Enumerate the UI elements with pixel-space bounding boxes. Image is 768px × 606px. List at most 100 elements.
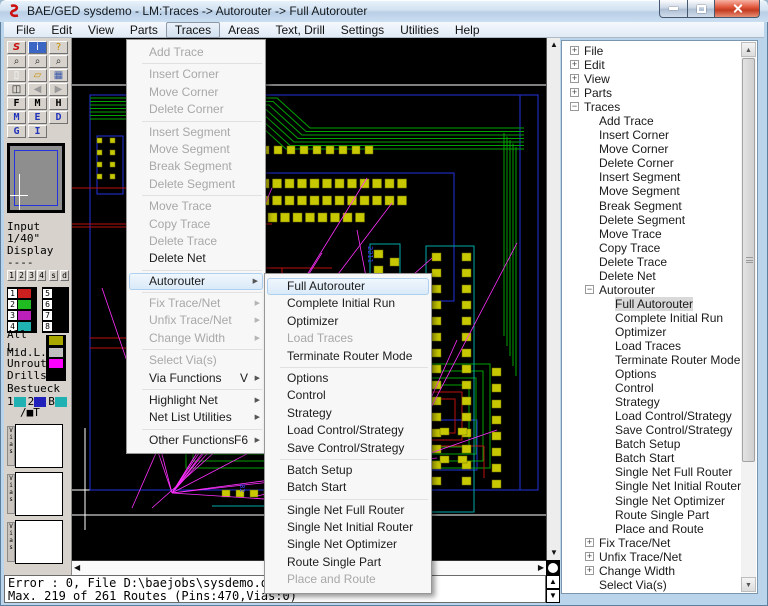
tree-item-strategy[interactable]: Strategy — [562, 395, 740, 409]
toolbar-g-2-button[interactable]: G — [7, 125, 26, 138]
tree-item-view[interactable]: +View — [562, 72, 740, 86]
forward-arrow-button[interactable]: ▶ — [49, 83, 68, 96]
minimize-button[interactable] — [659, 0, 688, 18]
tree-item-move-segment[interactable]: Move Segment — [562, 184, 740, 198]
tree-expander-icon[interactable]: + — [585, 538, 594, 547]
tree-item-move-corner[interactable]: Move Corner — [562, 142, 740, 156]
tree-item-single-net-optimizer[interactable]: Single Net Optimizer — [562, 494, 740, 508]
status-scroll-down-button[interactable]: ▼ — [546, 589, 560, 603]
toolbar-h-0-button[interactable]: H — [49, 97, 68, 110]
menu-item-terminate-router-mode[interactable]: Terminate Router Mode — [265, 348, 431, 365]
menu-item-load-traces[interactable]: Load Traces — [265, 330, 431, 347]
menu-item-break-segment[interactable]: Break Segment — [127, 158, 265, 175]
mouse-button[interactable]: ◫ — [7, 83, 26, 96]
via-preview-box[interactable]: Vias — [4, 472, 66, 516]
layer-color-table-left[interactable]: 1234 — [7, 287, 37, 333]
menu-item-delete-segment[interactable]: Delete Segment — [127, 176, 265, 193]
tree-item-terminate-router-mode[interactable]: Terminate Router Mode — [562, 353, 740, 367]
menu-item-select-via-s[interactable]: Select Via(s) — [127, 352, 265, 369]
layer-row-7[interactable]: 7 — [43, 310, 68, 321]
layer-button-3[interactable]: 3 — [27, 270, 36, 281]
tree-item-edit[interactable]: +Edit — [562, 58, 740, 72]
menu-item-move-trace[interactable]: Move Trace — [127, 198, 265, 215]
tree-expander-icon[interactable]: + — [570, 74, 579, 83]
tree-expander-icon[interactable]: + — [570, 60, 579, 69]
toolbar-d-1-button[interactable]: D — [49, 111, 68, 124]
scroll-down-icon[interactable]: ▼ — [550, 547, 558, 559]
menu-item-single-net-optimizer[interactable]: Single Net Optimizer — [265, 536, 431, 553]
layer-button-1[interactable]: 1 — [7, 270, 16, 281]
help-button[interactable]: ? — [49, 41, 68, 54]
tree-item-batch-start[interactable]: Batch Start — [562, 451, 740, 465]
tree-item-break-segment[interactable]: Break Segment — [562, 199, 740, 213]
menu-item-delete-corner[interactable]: Delete Corner — [127, 101, 265, 118]
layer-row-6[interactable]: 6 — [43, 299, 68, 310]
tree-item-select-via-s[interactable]: Select Via(s) — [562, 578, 740, 592]
menu-item-delete-trace[interactable]: Delete Trace — [127, 233, 265, 250]
scroll-left-icon[interactable]: ◀ — [74, 562, 80, 574]
toolbar-m-1-button[interactable]: M — [7, 111, 26, 124]
layer-button-2[interactable]: 2 — [17, 270, 26, 281]
menubar-item-areas[interactable]: Areas — [220, 22, 267, 38]
tree-item-add-trace[interactable]: Add Trace — [562, 114, 740, 128]
menu-item-batch-start[interactable]: Batch Start — [265, 479, 431, 496]
tree-scroll-thumb[interactable] — [742, 58, 755, 462]
tree-item-place-and-route[interactable]: Place and Route — [562, 522, 740, 536]
menu-item-change-width[interactable]: Change Width▶ — [127, 330, 265, 347]
menu-item-fix-trace-net[interactable]: Fix Trace/Net▶ — [127, 295, 265, 312]
tree-item-delete-trace[interactable]: Delete Trace — [562, 255, 740, 269]
menu-item-insert-corner[interactable]: Insert Corner — [127, 66, 265, 83]
new-file-button[interactable]: ▯ — [7, 69, 26, 82]
menu-item-strategy[interactable]: Strategy — [265, 405, 431, 422]
menubar-item-text-drill[interactable]: Text, Drill — [267, 22, 332, 38]
menu-item-other-functions[interactable]: Other FunctionsF6▶ — [127, 432, 265, 449]
zoom-in-button[interactable]: ⌕ — [28, 55, 47, 68]
menu-item-full-autorouter[interactable]: Full Autorouter — [267, 278, 429, 295]
zoom-out-button[interactable]: ⌕ — [7, 55, 26, 68]
tree-expander-icon[interactable]: + — [570, 46, 579, 55]
via-preview-box[interactable]: Vias — [4, 424, 66, 468]
display-layer-drills[interactable]: Drills — [7, 370, 66, 382]
menu-item-place-and-route[interactable]: Place and Route — [265, 571, 431, 588]
layer-button-4[interactable]: 4 — [37, 270, 46, 281]
maximize-button[interactable] — [688, 0, 715, 18]
bestueck-color-chip[interactable] — [55, 397, 67, 407]
menu-item-add-trace[interactable]: Add Trace — [127, 44, 265, 61]
toolbar-m-0-button[interactable]: M — [28, 97, 47, 110]
layer-row-1[interactable]: 1 — [8, 288, 36, 299]
menubar-item-utilities[interactable]: Utilities — [392, 22, 447, 38]
layer-button-s[interactable]: s — [49, 270, 58, 281]
menu-item-load-control-strategy[interactable]: Load Control/Strategy — [265, 422, 431, 439]
tree-expander-icon[interactable]: − — [585, 285, 594, 294]
menu-item-save-control-strategy[interactable]: Save Control/Strategy — [265, 440, 431, 457]
menu-item-delete-net[interactable]: Delete Net — [127, 250, 265, 267]
tree-expander-icon[interactable]: + — [570, 88, 579, 97]
tree-item-parts[interactable]: +Parts — [562, 86, 740, 100]
board-overview-thumbnail[interactable] — [7, 143, 65, 213]
menu-item-autorouter[interactable]: Autorouter▶ — [129, 273, 263, 290]
tree-item-move-trace[interactable]: Move Trace — [562, 227, 740, 241]
layer-row-2[interactable]: 2 — [8, 299, 36, 310]
menu-item-move-segment[interactable]: Move Segment — [127, 141, 265, 158]
menu-item-copy-trace[interactable]: Copy Trace — [127, 216, 265, 233]
toolbar-e-1-button[interactable]: E — [28, 111, 47, 124]
scroll-up-icon[interactable]: ▲ — [550, 39, 558, 51]
pcb-vertical-scrollbar[interactable]: ▲ ▼ — [546, 38, 560, 560]
menubar-item-edit[interactable]: Edit — [43, 22, 80, 38]
tree-item-insert-segment[interactable]: Insert Segment — [562, 170, 740, 184]
tree-scroll-up-button[interactable]: ▲ — [741, 42, 756, 57]
open-folder-button[interactable]: ▱ — [28, 69, 47, 82]
bae-logo-button[interactable]: S — [7, 41, 26, 54]
tree-item-traces[interactable]: −Traces — [562, 100, 740, 114]
tree-item-single-net-initial-router[interactable]: Single Net Initial Router — [562, 479, 740, 493]
scrollbar-corner-knob[interactable] — [546, 560, 560, 575]
menu-item-unfix-trace-net[interactable]: Unfix Trace/Net▶ — [127, 312, 265, 329]
tree-item-load-traces[interactable]: Load Traces — [562, 339, 740, 353]
menubar-item-traces[interactable]: Traces — [166, 22, 220, 38]
menubar-item-view[interactable]: View — [80, 22, 122, 38]
zoom-window-button[interactable]: ⌕ — [49, 55, 68, 68]
menu-item-batch-setup[interactable]: Batch Setup — [265, 462, 431, 479]
menubar-item-settings[interactable]: Settings — [333, 22, 392, 38]
tree-item-change-width[interactable]: +Change Width — [562, 564, 740, 578]
tree-item-save-control-strategy[interactable]: Save Control/Strategy — [562, 423, 740, 437]
